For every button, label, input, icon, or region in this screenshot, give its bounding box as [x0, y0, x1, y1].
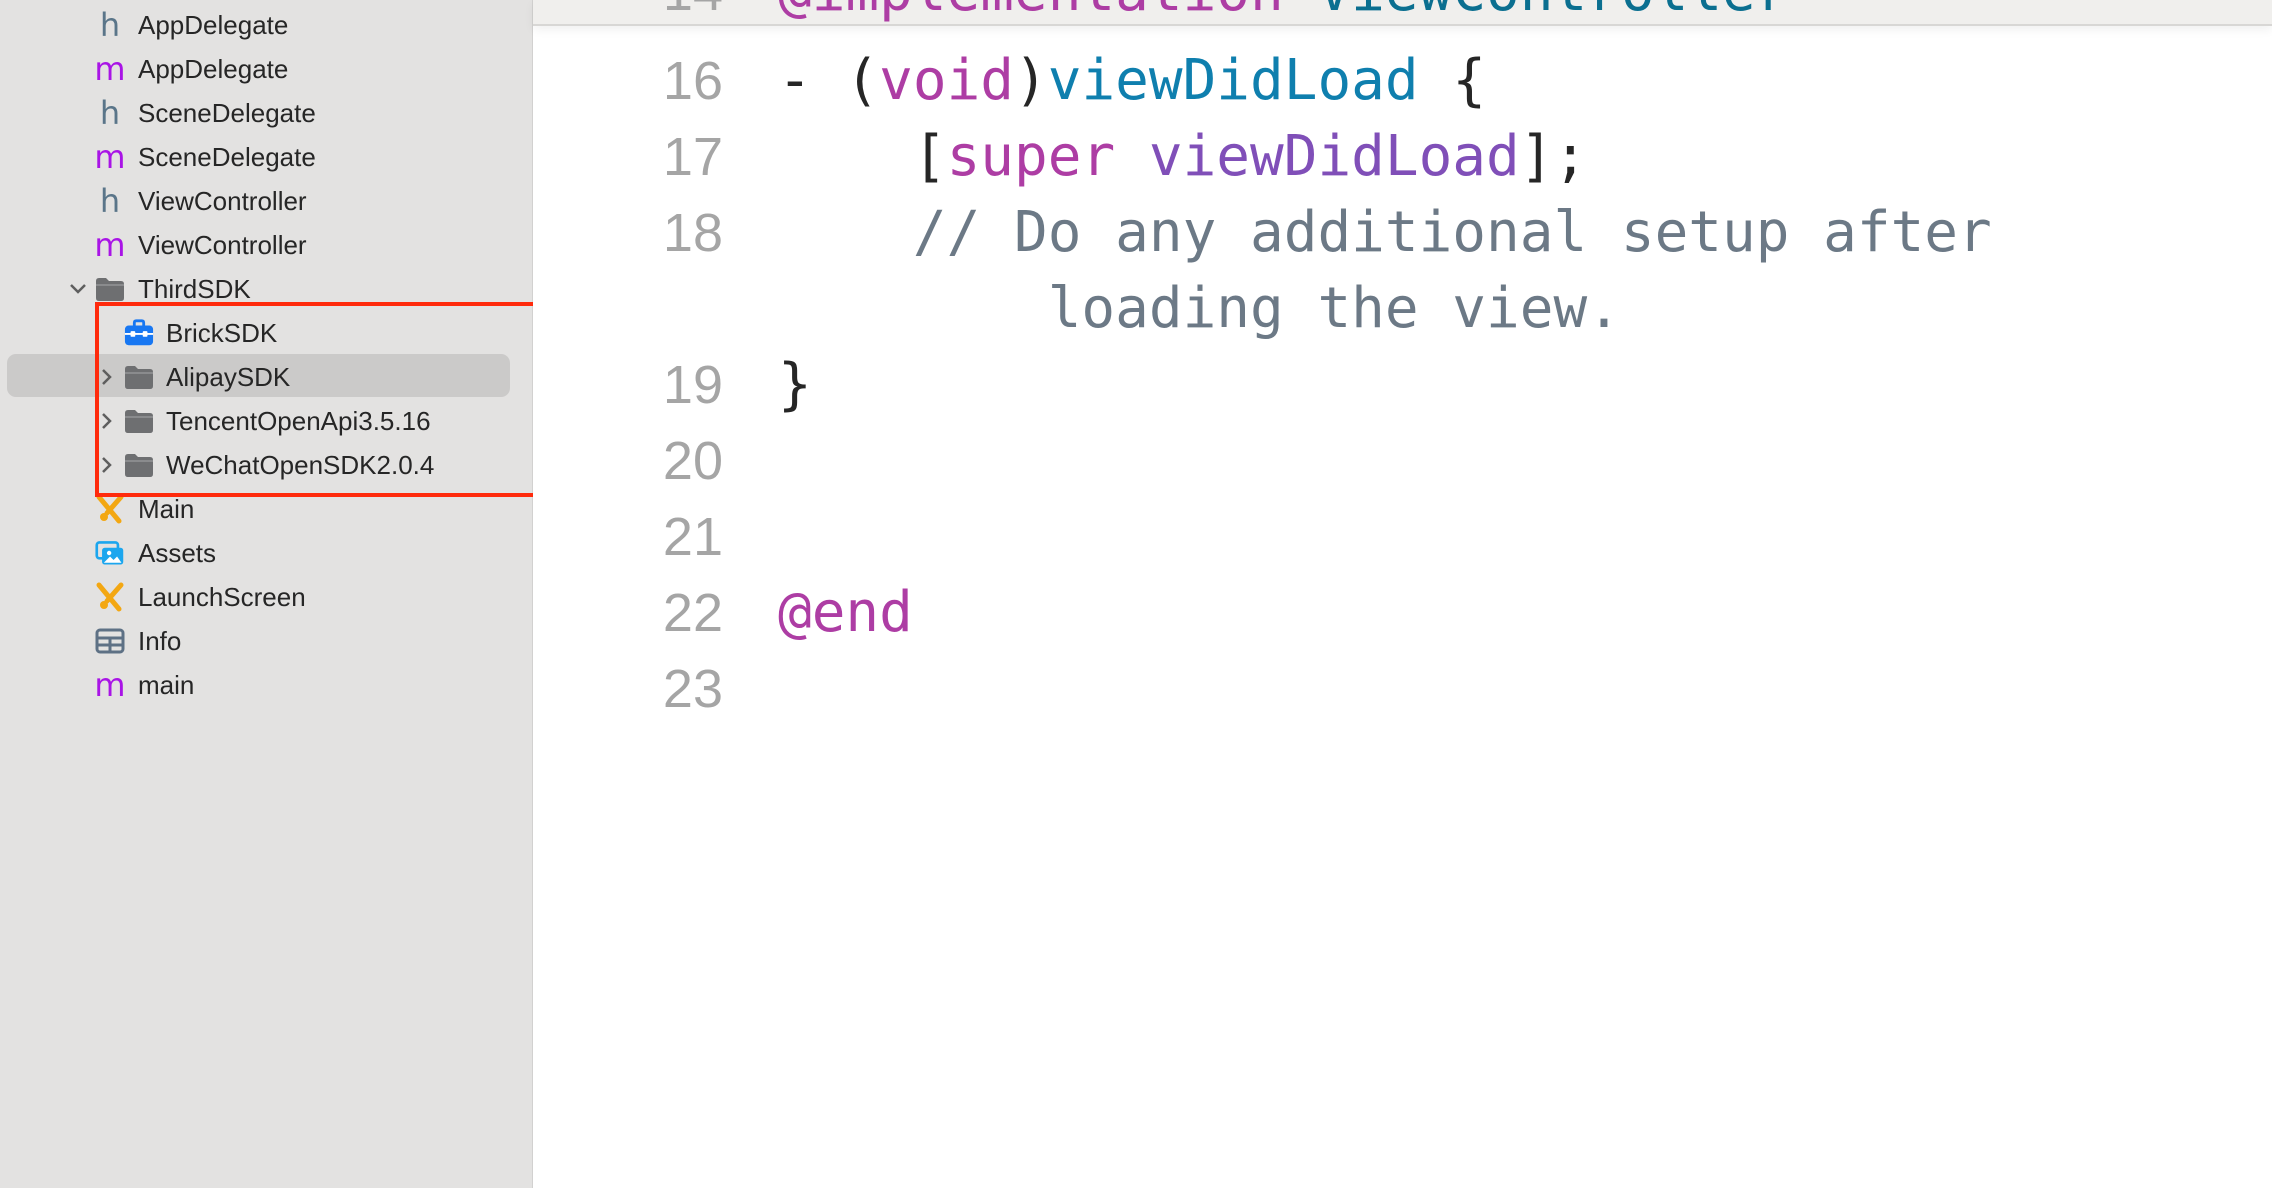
- code-line[interactable]: 19}: [533, 347, 2272, 423]
- navigator-item-label: BrickSDK: [166, 317, 278, 348]
- objc-source-file-icon: m: [94, 50, 126, 88]
- navigator-item-label: SceneDelegate: [138, 141, 316, 172]
- token-kw: void: [879, 48, 1015, 113]
- header-file-icon: h: [99, 94, 121, 132]
- navigator-item[interactable]: AlipaySDK: [0, 355, 532, 399]
- token-plain: ): [1014, 48, 1048, 113]
- plist-icon: [95, 626, 125, 656]
- token-cmt: // Do any additional setup after: [778, 200, 1992, 265]
- code-line[interactable]: 18 // Do any additional setup after: [533, 195, 2272, 271]
- navigator-item-label: ViewController: [138, 229, 307, 260]
- line-number: 19: [662, 355, 723, 415]
- navigator-item-label: main: [138, 669, 195, 700]
- token-cmt: loading the view.: [778, 276, 1621, 341]
- navigator-item[interactable]: m SceneDelegate: [0, 135, 532, 179]
- navigator-item[interactable]: h SceneDelegate: [0, 91, 532, 135]
- token-fn: viewDidLoad: [1047, 48, 1419, 113]
- objc-source-file-icon: m: [94, 226, 126, 264]
- navigator-item-label: AlipaySDK: [166, 361, 291, 392]
- code-line[interactable]: 23: [533, 651, 2272, 727]
- code-text: loading the view.: [778, 271, 1621, 347]
- navigator-item-label: AppDelegate: [138, 53, 289, 84]
- folder-icon: [124, 362, 154, 392]
- objc-source-file-icon: m: [94, 666, 126, 704]
- line-number: 20: [662, 431, 723, 491]
- line-number: 21: [662, 507, 723, 567]
- code-text: [super viewDidLoad];: [778, 119, 1587, 195]
- navigator-item-label: Main: [138, 493, 195, 524]
- folder-icon: [95, 274, 125, 304]
- navigator-item[interactable]: LaunchScreen: [0, 575, 532, 619]
- code-line[interactable]: 21: [533, 499, 2272, 575]
- navigator-item-label: LaunchScreen: [138, 581, 306, 612]
- navigator-item[interactable]: h ViewController: [0, 179, 532, 223]
- keyword-token: @implementation: [778, 0, 1284, 24]
- navigator-item[interactable]: Assets: [0, 531, 532, 575]
- code-line-wrap[interactable]: loading the view.: [533, 271, 2272, 347]
- folder-icon: [124, 450, 154, 480]
- token-plain: }: [778, 352, 812, 417]
- chevron-down-icon[interactable]: [68, 279, 88, 299]
- line-number: 22: [662, 583, 723, 643]
- code-line[interactable]: 20: [533, 423, 2272, 499]
- class-name-token: ViewController: [1317, 0, 1789, 24]
- storyboard-icon: [95, 494, 125, 524]
- navigator-item-label: SceneDelegate: [138, 97, 316, 128]
- token-kw: super: [946, 124, 1116, 189]
- token-plain: ];: [1519, 124, 1588, 189]
- token-plain: - (: [778, 48, 880, 113]
- line-number: 16: [662, 51, 723, 111]
- navigator-item[interactable]: Info: [0, 619, 532, 663]
- navigator-item[interactable]: BrickSDK: [0, 311, 532, 355]
- navigator-item[interactable]: m ViewController: [0, 223, 532, 267]
- navigator-item[interactable]: ThirdSDK: [0, 267, 532, 311]
- line-number: 14: [533, 0, 723, 24]
- navigator-item[interactable]: TencentOpenApi3.5.16: [0, 399, 532, 443]
- navigator-item-label: ViewController: [138, 185, 307, 216]
- navigator-item[interactable]: m main: [0, 663, 532, 707]
- navigator-item[interactable]: Main: [0, 487, 532, 531]
- chevron-right-icon[interactable]: [97, 455, 117, 475]
- line-number: 18: [662, 203, 723, 263]
- token-kw: @end: [778, 580, 913, 645]
- line-number: 17: [662, 127, 723, 187]
- token-mth: viewDidLoad: [1148, 124, 1520, 189]
- toolbox-icon: [124, 318, 154, 348]
- chevron-right-icon[interactable]: [97, 367, 117, 387]
- code-text: @end: [778, 575, 913, 651]
- navigator-item[interactable]: WeChatOpenSDK2.0.4: [0, 443, 532, 487]
- code-editor[interactable]: 16- (void)viewDidLoad {17 [super viewDid…: [533, 0, 2272, 1188]
- navigator-item-label: Assets: [138, 537, 217, 568]
- navigator-item-label: Info: [138, 625, 182, 656]
- navigator-item[interactable]: h AppDelegate: [0, 3, 532, 47]
- header-file-icon: h: [99, 182, 121, 220]
- sticky-scope-header[interactable]: 14 @implementation ViewController: [533, 0, 2272, 26]
- code-text: - (void)viewDidLoad {: [778, 43, 1486, 119]
- storyboard-icon: [95, 582, 125, 612]
- folder-icon: [124, 406, 154, 436]
- navigator-item-label: WeChatOpenSDK2.0.4: [166, 449, 435, 480]
- code-line[interactable]: 22 @end: [533, 575, 2272, 651]
- code-text: }: [778, 347, 812, 423]
- objc-source-file-icon: m: [94, 138, 126, 176]
- token-plain: [: [778, 124, 947, 189]
- token-plain: {: [1418, 48, 1487, 113]
- navigator-item-label: AppDelegate: [138, 9, 289, 40]
- chevron-right-icon[interactable]: [97, 411, 117, 431]
- header-file-icon: h: [99, 6, 121, 44]
- code-line: @implementation ViewController: [778, 0, 1789, 24]
- code-text: // Do any additional setup after: [778, 195, 1992, 271]
- navigator-item[interactable]: m AppDelegate: [0, 47, 532, 91]
- line-number: 23: [662, 659, 723, 719]
- code-line[interactable]: 16 - (void)viewDidLoad {: [533, 43, 2272, 119]
- navigator-item-label: ThirdSDK: [138, 273, 251, 304]
- project-navigator: h AppDelegate m AppDelegate h SceneDelegate m S…: [0, 0, 547, 1188]
- navigator-item-label: TencentOpenApi3.5.16: [166, 405, 431, 436]
- asset-catalog-icon: [95, 538, 125, 568]
- code-line[interactable]: 17 [super viewDidLoad];: [533, 119, 2272, 195]
